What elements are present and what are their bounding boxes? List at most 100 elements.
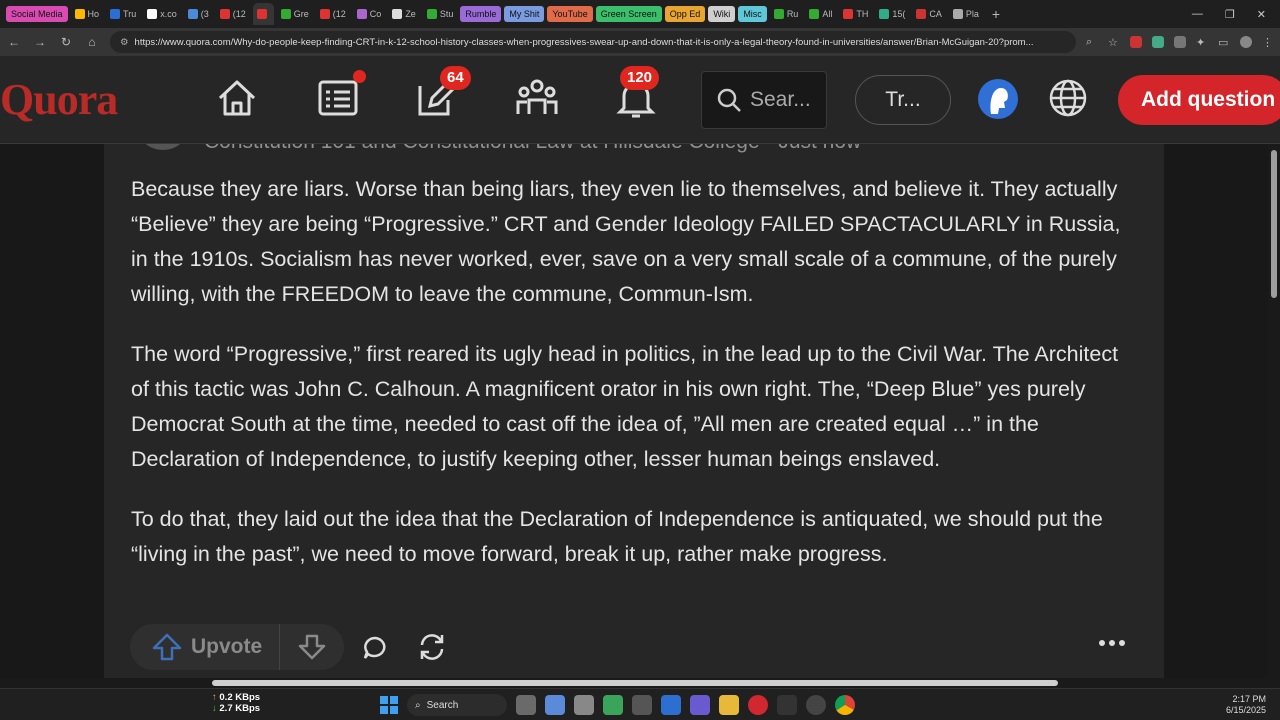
- bookmark-group-chip[interactable]: Opp Ed: [664, 6, 706, 22]
- extension-red-icon[interactable]: [1130, 36, 1142, 48]
- browser-tab[interactable]: Ru: [770, 3, 803, 25]
- tab-title: Co: [369, 9, 382, 19]
- author-avatar[interactable]: [140, 144, 186, 150]
- browser-tab[interactable]: (12: [216, 3, 250, 25]
- browser-tab[interactable]: Ze: [388, 3, 420, 25]
- horizontal-scroll-thumb[interactable]: [212, 680, 1058, 686]
- site-info-icon[interactable]: ⚙: [120, 37, 129, 48]
- side-panel-icon[interactable]: ▭: [1218, 36, 1230, 49]
- opera-icon[interactable]: [748, 695, 768, 715]
- app-icon[interactable]: [661, 695, 681, 715]
- quora-logo[interactable]: Quora: [0, 74, 118, 125]
- close-icon[interactable]: ✕: [1257, 8, 1266, 21]
- app-icon[interactable]: [806, 695, 826, 715]
- forward-icon[interactable]: →: [32, 35, 48, 49]
- url-field[interactable]: ⚙ https://www.quora.com/Why-do-people-ke…: [110, 31, 1076, 53]
- extension-chrome-icon[interactable]: [1152, 36, 1164, 48]
- try-quora-plus-button[interactable]: Tr...: [855, 75, 951, 125]
- following-nav-icon[interactable]: [316, 76, 360, 120]
- add-question-button[interactable]: Add question: [1118, 75, 1280, 125]
- search-placeholder: Sear...: [750, 88, 811, 111]
- profile-icon[interactable]: [1240, 36, 1252, 48]
- user-avatar[interactable]: [977, 78, 1019, 120]
- new-tab-button[interactable]: +: [986, 6, 1006, 22]
- system-clock[interactable]: 2:17 PM 6/15/2025: [1226, 694, 1266, 716]
- back-icon[interactable]: ←: [6, 35, 22, 49]
- bookmark-group-chip[interactable]: YouTube: [547, 6, 593, 22]
- windows-taskbar: ↑ 0.2 KBps ↓ 2.7 KBps ⌕ Search 2:17 PM 6/…: [0, 688, 1280, 720]
- browser-tab[interactable]: Gre: [277, 3, 313, 25]
- tab-title: All: [822, 9, 833, 19]
- browser-tab[interactable]: [252, 3, 274, 25]
- app-icon[interactable]: [690, 695, 710, 715]
- browser-tab[interactable]: 15(: [875, 3, 909, 25]
- minimize-icon[interactable]: —: [1192, 8, 1203, 21]
- home-nav-icon[interactable]: [215, 76, 259, 120]
- bookmark-group-chip[interactable]: Wiki: [708, 6, 736, 22]
- browser-tab[interactable]: Pla: [949, 3, 983, 25]
- taskbar-search[interactable]: ⌕ Search: [407, 694, 507, 716]
- vertical-scrollbar[interactable]: [1268, 144, 1280, 680]
- browser-tab[interactable]: (3: [184, 3, 213, 25]
- tab-favicon-icon: [280, 9, 291, 19]
- browser-tab[interactable]: CA: [912, 3, 946, 25]
- browser-tab[interactable]: TH: [839, 3, 872, 25]
- more-options-icon[interactable]: [1099, 640, 1125, 646]
- horizontal-scrollbar[interactable]: [0, 678, 1280, 688]
- tab-favicon-icon: [392, 9, 403, 19]
- reload-icon[interactable]: ↻: [58, 35, 74, 49]
- bookmark-group-chip[interactable]: Green Screen: [595, 6, 662, 22]
- browser-tab[interactable]: All: [805, 3, 836, 25]
- tab-title: (12: [332, 9, 346, 19]
- browser-tab[interactable]: Stu: [423, 3, 458, 25]
- browser-tab[interactable]: Tru: [106, 3, 140, 25]
- search-input[interactable]: Sear...: [701, 71, 827, 129]
- tab-title: Stu: [439, 9, 454, 19]
- browser-tab-strip: Social Media Ho Tru x.co (3 (12 Gre (12 Co Ze Stu…: [0, 0, 1280, 28]
- browser-tab[interactable]: x.co: [143, 3, 181, 25]
- answer-paragraph: The word “Progressive,” first reared its…: [131, 342, 1119, 471]
- notifications-badge: 120: [620, 66, 660, 90]
- comment-icon[interactable]: [362, 635, 388, 661]
- file-explorer-icon[interactable]: [719, 695, 739, 715]
- restore-icon[interactable]: ❐: [1225, 8, 1235, 21]
- language-globe-icon[interactable]: [1048, 78, 1088, 118]
- vertical-scroll-thumb[interactable]: [1271, 150, 1277, 298]
- bookmark-group-chip[interactable]: Misc: [738, 6, 767, 22]
- bookmark-group-chip[interactable]: My Shit: [504, 6, 545, 22]
- copilot-icon[interactable]: [545, 695, 565, 715]
- task-view-icon[interactable]: [516, 695, 536, 715]
- zoom-icon[interactable]: ⌕: [1086, 36, 1098, 48]
- browser-tab[interactable]: Co: [353, 3, 386, 25]
- calculator-icon[interactable]: [632, 695, 652, 715]
- share-reload-icon[interactable]: [416, 631, 448, 663]
- browser-tab[interactable]: (12: [316, 3, 350, 25]
- search-icon: ⌕: [415, 699, 421, 711]
- chrome-icon[interactable]: [835, 695, 855, 715]
- windows-start-icon[interactable]: [380, 696, 398, 714]
- extensions-puzzle-icon[interactable]: ✦: [1196, 36, 1208, 49]
- browser-menu-icon[interactable]: ⋮: [1262, 36, 1274, 49]
- tab-title: 15(: [892, 9, 906, 19]
- app-icon[interactable]: [777, 695, 797, 715]
- bookmark-group-chip[interactable]: Rumble: [460, 6, 502, 22]
- tab-favicon-icon: [809, 9, 820, 19]
- tab-favicon-icon: [773, 9, 784, 19]
- app-icon[interactable]: [603, 695, 623, 715]
- app-icon[interactable]: [574, 695, 594, 715]
- tab-favicon-icon: [916, 9, 927, 19]
- answer-body: Because they are liars. Worse than being…: [131, 172, 1141, 597]
- downvote-button[interactable]: [280, 634, 344, 660]
- clock-date: 6/15/2025: [1225, 705, 1266, 715]
- browser-tab[interactable]: Ho: [71, 3, 104, 25]
- bookmark-group-chip[interactable]: Social Media: [6, 6, 68, 22]
- extension-gray-icon[interactable]: [1174, 36, 1186, 48]
- author-credential: Constitution 101 and Constitutional Law …: [204, 144, 861, 154]
- home-icon[interactable]: ⌂: [84, 35, 100, 49]
- upvote-button[interactable]: Upvote: [130, 624, 280, 670]
- bookmark-star-icon[interactable]: ☆: [1108, 36, 1120, 49]
- quora-header: Quora 64 120 Sear... Tr... Add question: [0, 56, 1280, 144]
- spaces-nav-icon[interactable]: [515, 76, 559, 120]
- upvote-label: Upvote: [191, 635, 263, 658]
- window-controls: — ❐ ✕: [1192, 8, 1280, 21]
